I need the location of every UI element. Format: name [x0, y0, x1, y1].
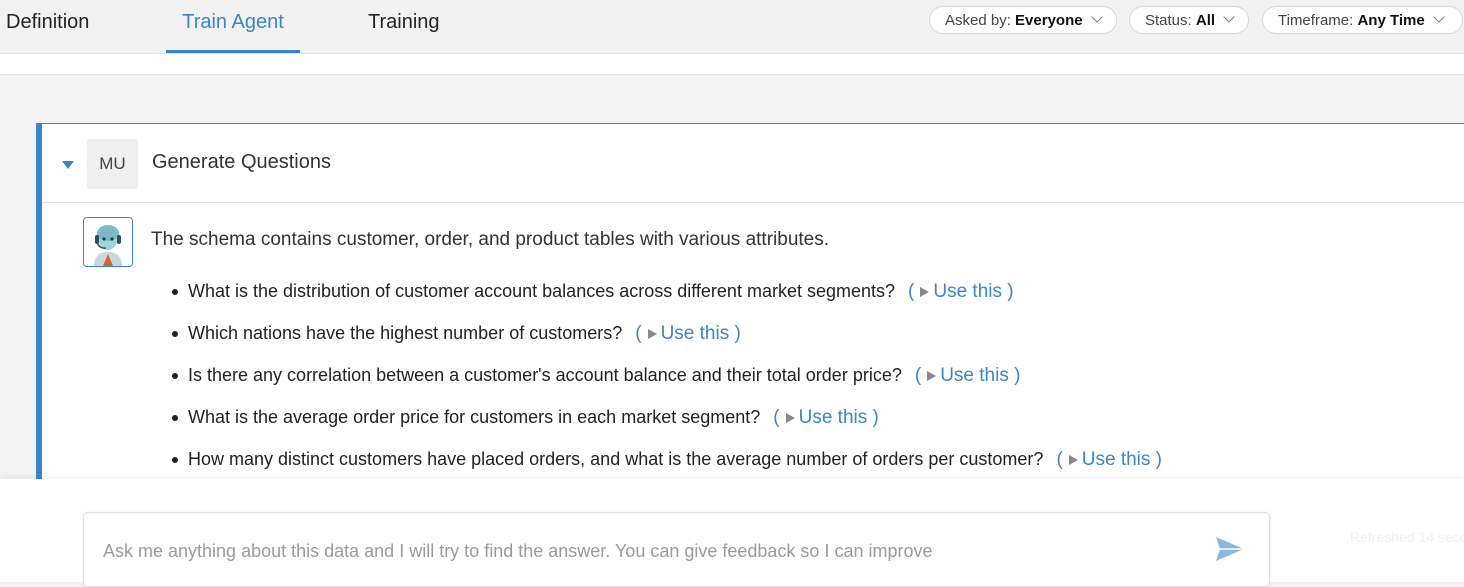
question-card: MU Generate Questions The schema contain… [36, 123, 1464, 479]
status-filter[interactable]: Status: All [1129, 6, 1249, 34]
question-text: How many distinct customers have placed … [188, 449, 1044, 469]
play-icon [785, 413, 795, 423]
asked-by-label: Asked by: [945, 12, 1011, 29]
ask-box [83, 512, 1270, 587]
question-item: What is the distribution of customer acc… [170, 278, 1162, 320]
chevron-down-icon [1223, 11, 1235, 23]
bot-avatar-icon [83, 217, 133, 267]
input-area: Refreshed 14 seco [0, 479, 1464, 587]
use-this-link[interactable]: (Use this ) [773, 407, 879, 428]
question-item: Which nations have the highest number of… [170, 320, 1162, 362]
use-this-label: Use this [940, 365, 1009, 386]
tab-training[interactable]: Training [368, 0, 440, 50]
tab-train-agent[interactable]: Train Agent [166, 0, 300, 53]
use-this-link[interactable]: (Use this ) [915, 365, 1021, 386]
toolbar-strip [0, 54, 1464, 75]
card-title: Generate Questions [152, 151, 331, 173]
ask-input[interactable] [101, 535, 1185, 567]
user-avatar: MU [87, 139, 138, 189]
question-item: What is the average order price for cust… [170, 404, 1162, 446]
use-this-link[interactable]: (Use this ) [1056, 449, 1162, 470]
card-header: MU Generate Questions [42, 124, 1464, 203]
play-icon [647, 329, 657, 339]
refresh-status: Refreshed 14 seco [1350, 529, 1464, 545]
question-text: What is the average order price for cust… [188, 407, 761, 427]
use-this-link[interactable]: (Use this ) [635, 323, 741, 344]
use-this-label: Use this [798, 407, 868, 428]
play-icon [920, 287, 930, 297]
status-value: All [1195, 12, 1216, 29]
asked-by-value: Everyone [1015, 12, 1083, 29]
collapse-caret-icon[interactable] [62, 161, 74, 169]
status-label: Status: [1145, 12, 1192, 29]
play-icon [1068, 455, 1078, 465]
chevron-down-icon [1433, 11, 1445, 23]
question-text: What is the distribution of customer acc… [188, 281, 896, 301]
tab-definition[interactable]: Definition [6, 0, 89, 50]
send-icon[interactable] [1214, 534, 1246, 564]
question-text: Is there any correlation between a custo… [188, 365, 902, 385]
play-icon [927, 371, 937, 381]
top-bar: Definition Train Agent Training Asked by… [0, 0, 1464, 54]
asked-by-filter[interactable]: Asked by: Everyone [929, 6, 1117, 34]
timeframe-label: Timeframe: [1278, 12, 1354, 29]
use-this-link[interactable]: (Use this ) [908, 281, 1014, 302]
timeframe-value: Any Time [1357, 12, 1425, 29]
question-list: What is the distribution of customer acc… [170, 278, 1162, 488]
use-this-label: Use this [660, 323, 730, 344]
use-this-label: Use this [1081, 449, 1151, 470]
question-text: Which nations have the highest number of… [188, 323, 623, 343]
chevron-down-icon [1091, 11, 1103, 23]
summary-text: The schema contains customer, order, and… [151, 229, 830, 250]
use-this-label: Use this [933, 281, 1002, 302]
timeframe-filter[interactable]: Timeframe: Any Time [1262, 6, 1463, 34]
question-item: Is there any correlation between a custo… [170, 362, 1162, 404]
